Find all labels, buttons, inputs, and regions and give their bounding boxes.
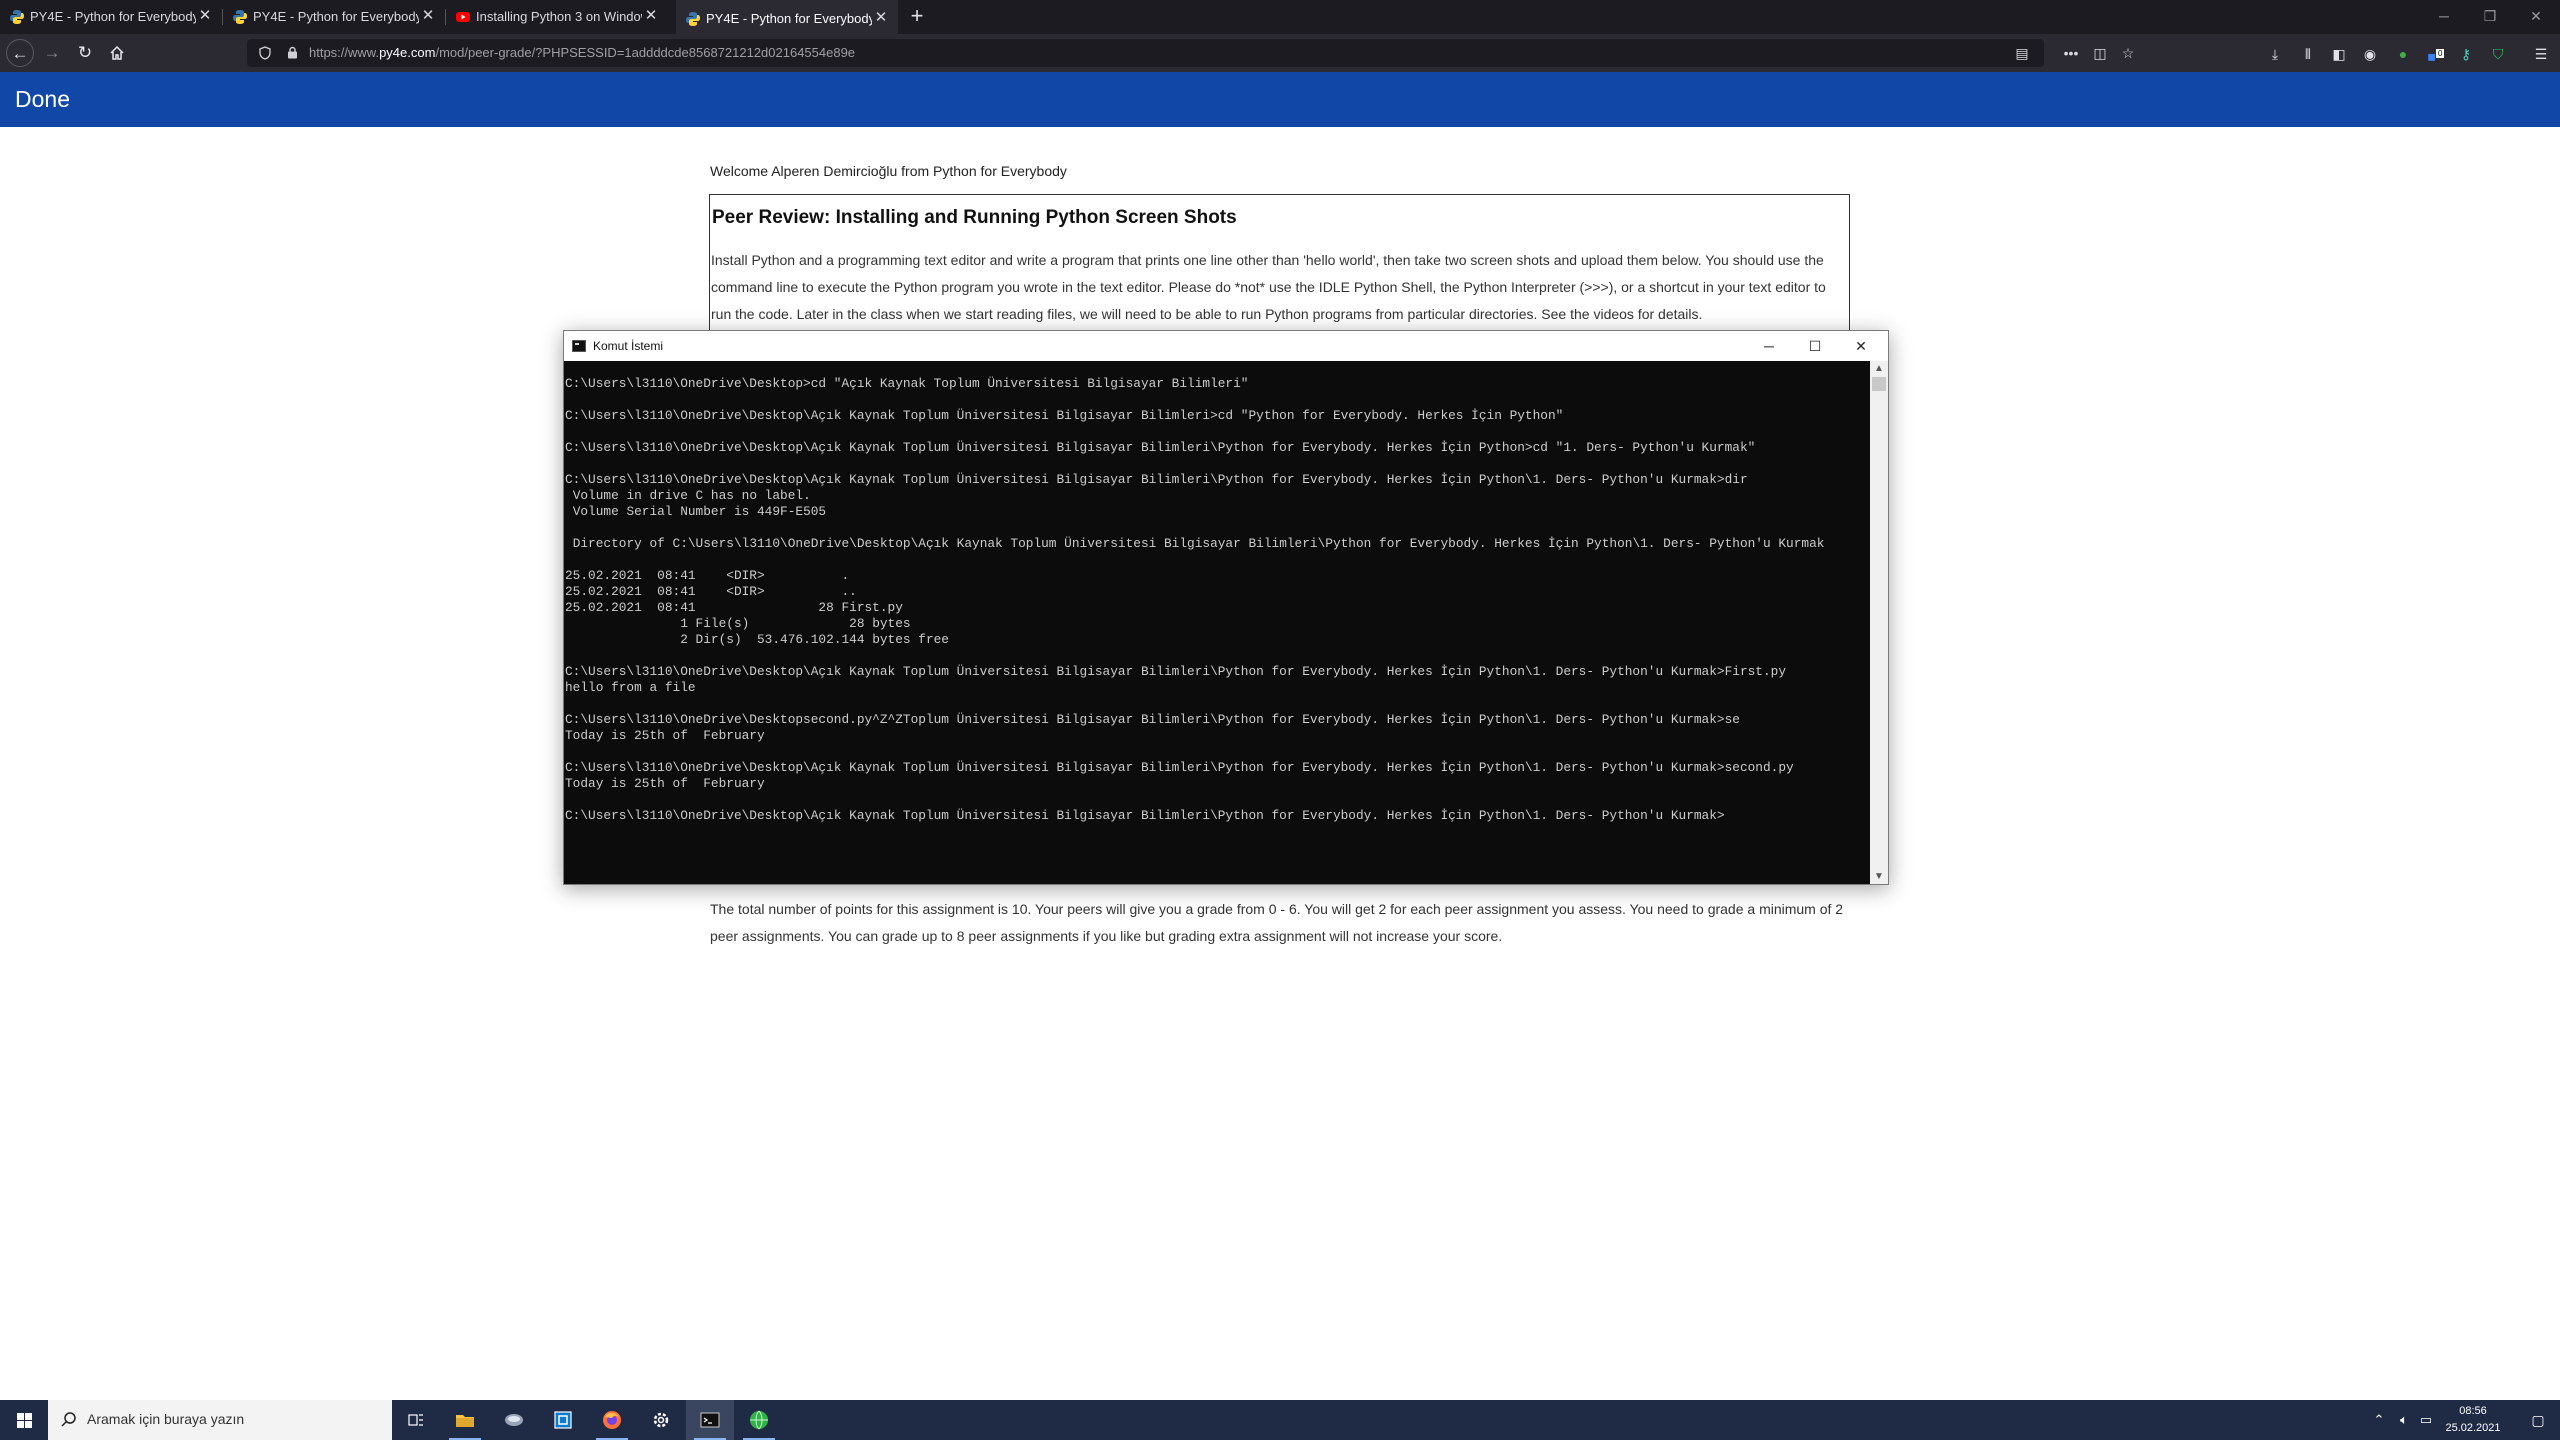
library-icon[interactable]: ⫴ — [2297, 44, 2319, 64]
settings-icon — [653, 1412, 669, 1428]
store-icon — [554, 1411, 572, 1429]
pocket-icon[interactable]: ◫ — [2089, 44, 2111, 62]
command-prompt-taskbar-button[interactable] — [686, 1400, 734, 1440]
console-maximize-button[interactable]: ☐ — [1792, 331, 1838, 361]
browser-tab-strip: PY4E - Python for Everybody ✕ PY4E - Pyt… — [0, 0, 2560, 34]
window-restore-button[interactable]: ❐ — [2467, 0, 2513, 34]
console-minimize-button[interactable]: ─ — [1746, 331, 1792, 361]
firefox-icon — [603, 1411, 621, 1429]
tab-close-icon[interactable]: ✕ — [419, 7, 437, 25]
welcome-text: Welcome Alperen Demircioğlu from Python … — [710, 163, 1067, 179]
account-icon[interactable]: ◉ — [2359, 44, 2381, 64]
volume-icon[interactable]: 🔈︎ — [2392, 1400, 2416, 1440]
tab-close-icon[interactable]: ✕ — [196, 7, 214, 25]
command-prompt-icon — [700, 1412, 720, 1428]
shield-extension-icon[interactable]: ⛉ — [2487, 44, 2509, 64]
windows-logo-icon — [17, 1413, 32, 1428]
tracking-shield-icon — [259, 46, 271, 60]
tab-label: PY4E - Python for Everybody — [253, 9, 419, 24]
clock-time: 08:56 — [2459, 1405, 2487, 1417]
home-button[interactable] — [103, 39, 131, 67]
tab-py4e-active[interactable]: PY4E - Python for Everybody ✕ — [676, 0, 898, 34]
python-favicon-icon — [233, 10, 247, 24]
forward-button[interactable]: → — [38, 39, 66, 67]
tab-label: Installing Python 3 on Window — [476, 9, 642, 24]
extension-badge: 0 — [2436, 49, 2445, 58]
taskbar-search-box[interactable]: Aramak için buraya yazın — [48, 1400, 392, 1440]
search-placeholder: Aramak için buraya yazın — [87, 1411, 245, 1427]
command-prompt-icon — [572, 340, 586, 352]
instructions-text: Install Python and a programming text ed… — [711, 252, 1826, 322]
windows-taskbar: Aramak için buraya yazın ⌃ 🔈︎ ▭ 08:56 25… — [0, 1400, 2560, 1440]
page-actions-icon[interactable]: ••• — [2060, 44, 2082, 62]
downloads-icon[interactable]: ⤓ — [2264, 44, 2286, 64]
clock-date: 25.02.2021 — [2445, 1422, 2501, 1434]
console-titlebar[interactable]: Komut İstemi ─ ☐ ✕ — [564, 331, 1888, 361]
new-tab-button[interactable]: + — [904, 4, 930, 30]
globe-app-button[interactable] — [735, 1400, 783, 1440]
done-button[interactable]: Done — [15, 86, 70, 113]
lock-icon — [288, 46, 297, 59]
tab-youtube[interactable]: Installing Python 3 on Window ✕ — [446, 0, 668, 34]
command-prompt-window[interactable]: Komut İstemi ─ ☐ ✕ C:\Users\l3110\OneDri… — [563, 330, 1889, 885]
console-scrollbar[interactable]: ▲ ▼ — [1870, 361, 1888, 884]
tab-py4e-1[interactable]: PY4E - Python for Everybody ✕ — [0, 0, 222, 34]
python-favicon-icon — [10, 10, 24, 24]
key-extension-icon[interactable]: ⚷ — [2455, 44, 2477, 64]
scrollbar-thumb[interactable] — [1872, 377, 1886, 391]
task-view-button[interactable] — [392, 1400, 440, 1440]
scroll-down-icon[interactable]: ▼ — [1874, 871, 1884, 882]
url-text: https://www.py4e.com/mod/peer-grade/?PHP… — [309, 45, 856, 60]
task-view-icon — [408, 1414, 423, 1426]
console-close-button[interactable]: ✕ — [1838, 331, 1884, 361]
bookmark-star-icon[interactable]: ☆ — [2117, 44, 2139, 62]
back-button[interactable]: ← — [6, 39, 34, 67]
tab-close-icon[interactable]: ✕ — [642, 7, 660, 25]
grammarly-extension-icon[interactable]: ● — [2392, 44, 2414, 64]
console-output: C:\Users\l3110\OneDrive\Desktop>cd "Açık… — [565, 376, 1825, 823]
console-title: Komut İstemi — [593, 339, 664, 353]
globe-app-icon — [750, 1410, 768, 1430]
file-explorer-button[interactable] — [441, 1400, 489, 1440]
url-bar[interactable]: https://www.py4e.com/mod/peer-grade/?PHP… — [247, 39, 2044, 67]
console-screen[interactable]: C:\Users\l3110\OneDrive\Desktop>cd "Açık… — [564, 361, 1869, 884]
youtube-favicon-icon — [456, 12, 470, 22]
app-icon — [505, 1414, 523, 1426]
tab-py4e-2[interactable]: PY4E - Python for Everybody ✕ — [223, 0, 445, 34]
scroll-up-icon[interactable]: ▲ — [1874, 363, 1884, 374]
menu-icon[interactable]: ☰ — [2530, 44, 2552, 64]
reload-icon: ↻ — [77, 43, 93, 62]
firefox-button[interactable] — [588, 1400, 636, 1440]
back-arrow-icon: ← — [11, 44, 29, 63]
taskbar-app-button[interactable] — [490, 1400, 538, 1440]
reader-view-icon[interactable]: ▤ — [2011, 44, 2033, 62]
window-minimize-button[interactable]: ─ — [2421, 0, 2467, 34]
start-button[interactable] — [0, 1400, 48, 1440]
notifications-icon[interactable]: ▢ — [2516, 1400, 2560, 1440]
tab-close-icon[interactable]: ✕ — [872, 9, 890, 27]
app-header: Done — [0, 72, 2560, 127]
page-title: Peer Review: Installing and Running Pyth… — [712, 207, 1237, 228]
sidebar-icon[interactable]: ◧ — [2328, 44, 2350, 64]
search-icon — [61, 1412, 76, 1427]
home-icon — [110, 45, 124, 60]
grading-info-text: The total number of points for this assi… — [710, 901, 1844, 944]
store-button[interactable] — [539, 1400, 587, 1440]
window-close-button[interactable]: ✕ — [2513, 0, 2559, 34]
tab-label: PY4E - Python for Everybody — [30, 9, 196, 24]
tab-label: PY4E - Python for Everybody — [706, 11, 872, 26]
forward-arrow-icon: → — [43, 43, 61, 62]
extension-icon[interactable]: ■ 0 — [2425, 44, 2447, 65]
show-hidden-icons-icon[interactable]: ⌃ — [2368, 1400, 2390, 1440]
python-favicon-icon — [686, 12, 700, 26]
reload-button[interactable]: ↻ — [71, 39, 99, 67]
browser-navbar: ← → ↻ https://www.py4e.com/mod/peer-grad… — [0, 34, 2560, 72]
settings-button[interactable] — [637, 1400, 685, 1440]
taskbar-clock[interactable]: 08:56 25.02.2021 — [2430, 1403, 2516, 1437]
file-explorer-icon — [456, 1415, 474, 1427]
